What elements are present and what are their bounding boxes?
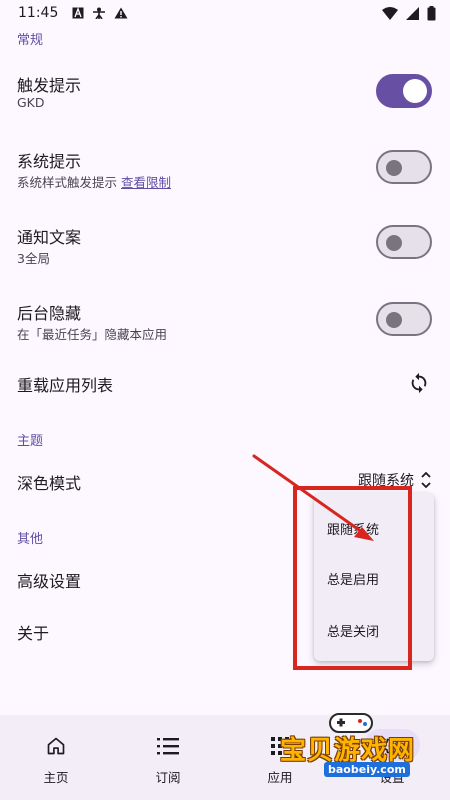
- nav-item-home[interactable]: 主页: [0, 715, 112, 800]
- trigger-tip-switch[interactable]: [376, 74, 432, 108]
- setting-title: 触发提示: [17, 76, 82, 95]
- setting-title: 通知文案: [17, 228, 82, 247]
- dark-mode-dropdown[interactable]: 跟随系统: [358, 470, 432, 490]
- nav-item-apps[interactable]: 应用: [224, 715, 336, 800]
- menu-item-follow-system[interactable]: 跟随系统: [327, 519, 379, 538]
- setting-title: 高级设置: [17, 572, 82, 591]
- wifi-icon: [382, 6, 398, 20]
- accessibility-person-icon: [93, 7, 106, 19]
- menu-item-always-on[interactable]: 总是启用: [327, 569, 379, 588]
- setting-hide-background[interactable]: 后台隐藏 在「最近任务」隐藏本应用: [0, 290, 450, 352]
- nav-label: 设置: [379, 770, 405, 785]
- section-title-other: 其他: [17, 532, 44, 547]
- setting-title: 后台隐藏: [17, 304, 82, 323]
- warning-icon: [114, 7, 128, 19]
- switch-thumb: [386, 235, 402, 251]
- unfold-more-icon: [421, 471, 431, 489]
- setting-title: 关于: [17, 624, 50, 643]
- switch-thumb: [403, 79, 427, 103]
- switch-thumb: [386, 312, 402, 328]
- bottom-nav: 主页 订阅 应用 设置: [0, 715, 450, 800]
- signal-icon: [406, 6, 419, 20]
- switch-thumb: [386, 160, 402, 176]
- setting-subtitle: GKD: [17, 95, 45, 110]
- setting-subtitle-text: 系统样式触发提示: [17, 175, 118, 190]
- setting-trigger-tip[interactable]: 触发提示 GKD: [0, 62, 450, 124]
- nav-item-settings[interactable]: 设置: [336, 715, 448, 800]
- setting-title: 重载应用列表: [17, 376, 114, 395]
- notify-text-switch[interactable]: [376, 225, 432, 259]
- setting-notify-text[interactable]: 通知文案 3全局: [0, 214, 450, 276]
- home-icon: [40, 733, 72, 759]
- section-title-theme: 主题: [17, 434, 44, 449]
- setting-title: 深色模式: [17, 474, 82, 493]
- status-bar: 11:45: [0, 0, 450, 26]
- setting-system-tip[interactable]: 系统提示 系统样式触发提示 查看限制: [0, 138, 450, 200]
- hide-background-switch[interactable]: [376, 302, 432, 336]
- apps-icon: [264, 733, 296, 759]
- refresh-icon[interactable]: [408, 372, 430, 394]
- setting-title: 系统提示: [17, 152, 82, 171]
- setting-subtitle: 系统样式触发提示 查看限制: [17, 172, 171, 191]
- menu-item-always-off[interactable]: 总是关闭: [327, 621, 379, 640]
- notification-a-icon: [72, 7, 84, 19]
- dark-mode-menu: 跟随系统 总是启用 总是关闭: [314, 493, 434, 661]
- battery-icon: [427, 5, 436, 20]
- setting-subtitle: 3全局: [17, 251, 50, 266]
- setting-subtitle: 在「最近任务」隐藏本应用: [17, 327, 168, 342]
- nav-item-subscriptions[interactable]: 订阅: [112, 715, 224, 800]
- settings-icon: [376, 733, 408, 759]
- section-title-general: 常规: [17, 33, 44, 48]
- nav-label: 订阅: [155, 770, 181, 785]
- system-tip-switch[interactable]: [376, 150, 432, 184]
- setting-reload-apps[interactable]: 重载应用列表: [0, 360, 450, 406]
- nav-label: 应用: [267, 770, 293, 785]
- view-limits-link[interactable]: 查看限制: [121, 175, 171, 190]
- list-icon: [152, 733, 184, 759]
- nav-label: 主页: [43, 770, 69, 785]
- status-time: 11:45: [18, 5, 59, 21]
- dark-mode-value: 跟随系统: [358, 473, 414, 489]
